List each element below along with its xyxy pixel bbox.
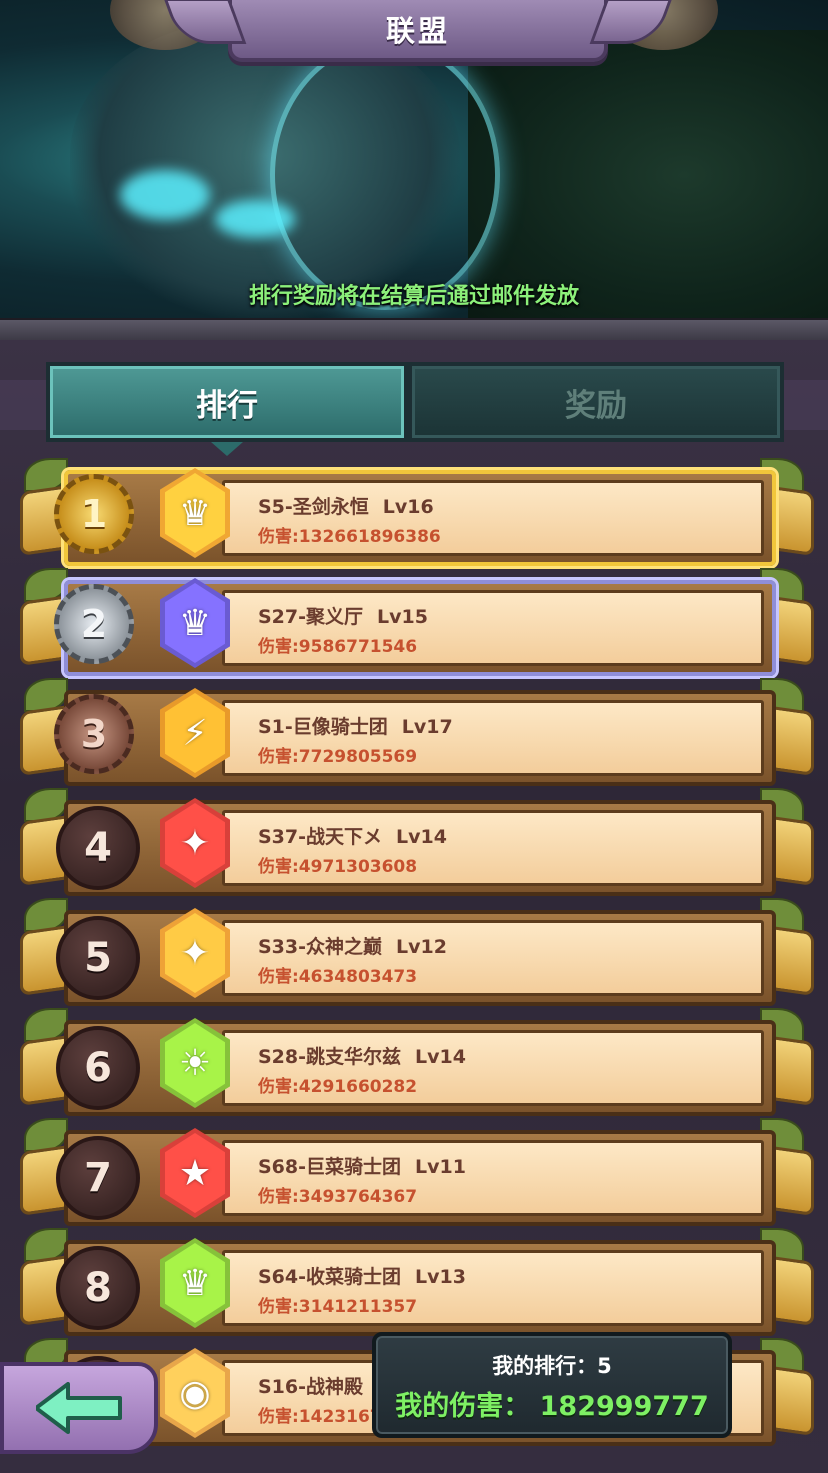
guild-name: S28-跳支华尔兹 Lv14 (258, 1042, 466, 1069)
guild-damage: 伤害:4291660282 (258, 1077, 418, 1097)
rank-row[interactable]: 7 ★ S68-巨菜骑士团 Lv11 伤害:3493764367 (0, 1118, 828, 1226)
arrow-left-icon (36, 1382, 122, 1434)
tab-rank[interactable]: 排行 (46, 362, 408, 442)
rank-badge: 6 (56, 1026, 140, 1110)
rank-number: 3 (80, 712, 108, 756)
guild-name: S33-众神之巅 Lv12 (258, 932, 447, 959)
guild-level: Lv15 (377, 606, 428, 628)
my-rank-panel: 我的排行：5 我的伤害： 182999777 (372, 1332, 732, 1438)
rank-badge: 7 (56, 1136, 140, 1220)
guild-name: S68-巨菜骑士团 Lv11 (258, 1152, 466, 1179)
tree-background (468, 30, 828, 320)
guild-name: S16-战神殿 (258, 1372, 377, 1399)
guild-name: S37-战天下メ Lv14 (258, 822, 447, 849)
guild-name: S64-收菜骑士团 Lv13 (258, 1262, 466, 1289)
rank-number: 1 (80, 492, 108, 536)
rank-badge: 4 (56, 806, 140, 890)
guild-damage: 伤害:3141211357 (258, 1297, 418, 1317)
guild-name: S1-巨像骑士团 Lv17 (258, 712, 453, 739)
guild-level: Lv11 (415, 1156, 466, 1178)
rank-row[interactable]: 2 ♛ S27-聚义厅 Lv15 伤害:9586771546 (0, 568, 828, 676)
guild-name: S5-圣剑永恒 Lv16 (258, 492, 434, 519)
rank-row[interactable]: 5 ✦ S33-众神之巅 Lv12 伤害:4634803473 (0, 898, 828, 1006)
guild-name: S27-聚义厅 Lv15 (258, 602, 428, 629)
guild-name-text: S1-巨像骑士团 (258, 716, 388, 738)
tab-reward[interactable]: 奖励 (408, 362, 784, 442)
guild-name-text: S28-跳支华尔兹 (258, 1046, 402, 1068)
title-plate: 联盟 (228, 0, 608, 62)
guild-damage: 伤害:4971303608 (258, 857, 418, 877)
guild-level: Lv13 (415, 1266, 466, 1288)
guild-name-text: S37-战天下メ (258, 826, 383, 848)
guild-damage: 伤害:4634803473 (258, 967, 418, 987)
rank-number: 2 (80, 602, 108, 646)
rank-number: 7 (84, 1155, 112, 1201)
boss-eye-glow (215, 200, 295, 238)
rank-medal-icon: 3 (54, 694, 134, 774)
guild-level: Lv17 (401, 716, 453, 738)
guild-level: Lv16 (382, 496, 434, 518)
rank-number: 8 (84, 1265, 112, 1311)
guild-damage: 伤害:7729805569 (258, 747, 418, 767)
guild-damage: 伤害:9586771546 (258, 637, 418, 657)
guild-damage: 伤害:132661896386 (258, 527, 441, 547)
guild-name-text: S68-巨菜骑士团 (258, 1156, 402, 1178)
guild-damage: 伤害:3493764367 (258, 1187, 418, 1207)
page-title: 联盟 (385, 14, 450, 48)
guild-name-text: S33-众神之巅 (258, 936, 383, 958)
boss-eye-glow (120, 170, 210, 220)
my-rank: 我的排行：5 (492, 1354, 612, 1378)
rank-row[interactable]: 4 ✦ S37-战天下メ Lv14 伤害:4971303608 (0, 788, 828, 896)
rank-row[interactable]: 3 ⚡ S1-巨像骑士团 Lv17 伤害:7729805569 (0, 678, 828, 786)
rank-number: 4 (84, 825, 112, 871)
guild-damage: 伤害:1423167 (258, 1407, 382, 1427)
glow-ring (270, 40, 500, 310)
rank-row[interactable]: 6 ☀ S28-跳支华尔兹 Lv14 伤害:4291660282 (0, 1008, 828, 1116)
rank-badge: 5 (56, 916, 140, 1000)
rank-badge: 8 (56, 1246, 140, 1330)
guild-name-text: S64-收菜骑士团 (258, 1266, 402, 1288)
rank-row[interactable]: 1 ♛ S5-圣剑永恒 Lv16 伤害:132661896386 (0, 458, 828, 566)
guild-name-text: S16-战神殿 (258, 1376, 364, 1398)
guild-level: Lv14 (415, 1046, 466, 1068)
my-damage: 我的伤害： 182999777 (395, 1391, 709, 1422)
tab-rank-label: 排行 (196, 387, 258, 424)
rank-number: 6 (84, 1045, 112, 1091)
reward-notice: 排行奖励将在结算后通过邮件发放 (248, 284, 579, 309)
rank-row[interactable]: 8 ♛ S64-收菜骑士团 Lv13 伤害:3141211357 (0, 1228, 828, 1336)
back-button[interactable] (0, 1362, 158, 1454)
rank-number: 5 (84, 935, 112, 981)
rank-medal-icon: 1 (54, 474, 134, 554)
rank-medal-icon: 2 (54, 584, 134, 664)
guild-name-text: S27-聚义厅 (258, 606, 364, 628)
guild-name-text: S5-圣剑永恒 (258, 496, 369, 518)
guild-level: Lv14 (396, 826, 447, 848)
tab-reward-label: 奖励 (565, 387, 627, 424)
guild-level: Lv12 (396, 936, 447, 958)
